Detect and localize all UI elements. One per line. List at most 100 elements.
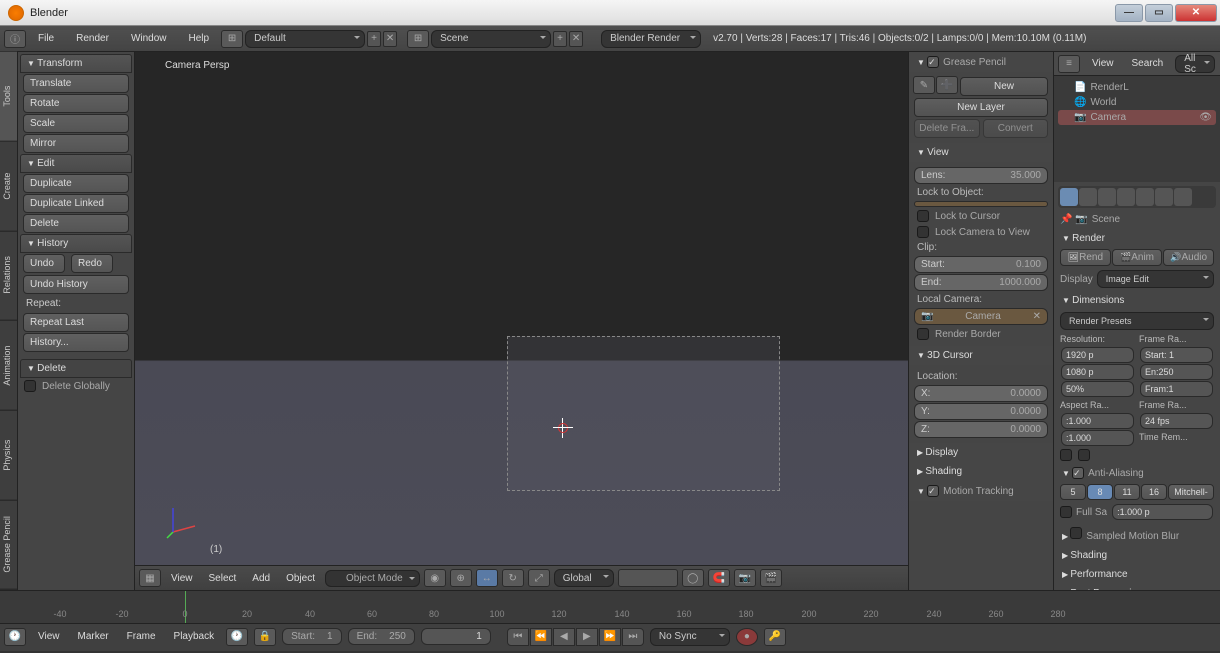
outliner-editor-icon[interactable]: ≡ — [1058, 55, 1080, 73]
aa-filter-dropdown[interactable]: Mitchell- — [1168, 484, 1214, 500]
screen-layout-dropdown[interactable]: Default — [245, 30, 365, 48]
render-anim-button[interactable]: 🎬Anim — [1112, 249, 1163, 266]
manipulator-rotate-icon[interactable]: ↻ — [502, 569, 524, 587]
fps-field[interactable]: 24 fps — [1140, 413, 1213, 429]
auto-keying-button[interactable]: ● — [736, 628, 758, 646]
aspect-x-field[interactable]: :1.000 — [1061, 413, 1134, 429]
current-frame-input[interactable]: 1 — [421, 628, 491, 645]
editor-type-icon[interactable]: ⓘ — [4, 30, 26, 48]
aa-11-button[interactable]: 11 — [1114, 484, 1140, 500]
tab-tools[interactable]: Tools — [0, 52, 17, 142]
mode-dropdown[interactable]: Object Mode — [325, 570, 420, 587]
keyframe-prev-button[interactable]: ⏪ — [530, 628, 552, 646]
aa-8-button[interactable]: 8 — [1087, 484, 1113, 500]
duplicate-button[interactable]: Duplicate — [23, 174, 129, 193]
manipulator-scale-icon[interactable]: ⤢ — [528, 569, 550, 587]
fullsample-checkbox[interactable] — [1060, 506, 1072, 518]
pp-dimensions-header[interactable]: Dimensions — [1056, 291, 1218, 310]
crop-checkbox[interactable] — [1078, 449, 1090, 461]
local-camera-field[interactable]: 📷Camera✕ — [914, 308, 1048, 325]
pp-performance-header[interactable]: Performance — [1056, 565, 1218, 584]
layers-buttons[interactable] — [618, 569, 678, 587]
gp-new-layer-button[interactable]: New Layer — [914, 98, 1048, 117]
outliner-search-menu[interactable]: Search — [1126, 58, 1170, 69]
menu-render[interactable]: Render — [66, 33, 119, 44]
frame-start-input[interactable]: Start:1 — [282, 628, 341, 645]
clip-start-field[interactable]: Start:0.100 — [914, 256, 1048, 273]
outliner-view-menu[interactable]: View — [1086, 58, 1120, 69]
tab-scene-icon[interactable] — [1098, 188, 1116, 206]
render-audio-button[interactable]: 🔊Audio — [1163, 249, 1214, 266]
pivot-mode-icon[interactable]: ⊕ — [450, 569, 472, 587]
mirror-button[interactable]: Mirror — [23, 134, 129, 153]
jump-end-button[interactable]: ⏭ — [622, 628, 644, 646]
tl-view-menu[interactable]: View — [32, 631, 66, 642]
np-view-header[interactable]: View — [909, 143, 1053, 162]
tab-data-icon[interactable] — [1174, 188, 1192, 206]
res-x-field[interactable]: 1920 p — [1061, 347, 1134, 363]
sync-mode-dropdown[interactable]: No Sync — [650, 628, 730, 646]
3d-view[interactable]: Camera Persp (1) — [135, 52, 908, 565]
tab-animation[interactable]: Animation — [0, 321, 17, 411]
render-still-button[interactable]: 🖼Rend — [1060, 249, 1111, 266]
tl-playback-menu[interactable]: Playback — [168, 631, 221, 642]
duplicate-linked-button[interactable]: Duplicate Linked — [23, 194, 129, 213]
aspect-y-field[interactable]: :1.000 — [1061, 430, 1134, 446]
lock-camera-checkbox[interactable]: Lock Camera to View — [913, 224, 1049, 240]
gp-convert-button[interactable]: Convert — [983, 119, 1049, 138]
view-menu[interactable]: View — [165, 573, 199, 584]
panel-transform[interactable]: Transform — [20, 54, 132, 73]
scale-button[interactable]: Scale — [23, 114, 129, 133]
render-opengl-anim-icon[interactable]: 🎬 — [760, 569, 782, 587]
aa-size-field[interactable]: :1.000 p — [1112, 504, 1213, 520]
gp-delete-frame-button[interactable]: Delete Fra... — [914, 119, 980, 138]
render-opengl-icon[interactable]: 📷 — [734, 569, 756, 587]
delete-globally-checkbox[interactable]: Delete Globally — [20, 378, 132, 394]
lock-cursor-checkbox[interactable]: Lock to Cursor — [913, 208, 1049, 224]
border-checkbox[interactable] — [1060, 449, 1072, 461]
layout-delete-button[interactable]: ✕ — [383, 31, 397, 47]
outliner-mode-dropdown[interactable]: All Sc — [1175, 55, 1215, 73]
scene-delete-button[interactable]: ✕ — [569, 31, 583, 47]
tab-object-icon[interactable] — [1136, 188, 1154, 206]
cursor-y-field[interactable]: Y:0.0000 — [914, 403, 1048, 420]
transform-orientation-dropdown[interactable]: Global — [554, 569, 614, 587]
history-button[interactable]: History... — [23, 333, 129, 352]
layout-add-button[interactable]: + — [367, 31, 381, 47]
proportional-edit-icon[interactable]: ◯ — [682, 569, 704, 587]
aa-5-button[interactable]: 5 — [1060, 484, 1086, 500]
np-grease-pencil-header[interactable]: Grease Pencil — [909, 52, 1053, 72]
render-engine-dropdown[interactable]: Blender Render — [601, 30, 701, 48]
view3d-editor-type-icon[interactable]: ▦ — [139, 569, 161, 587]
lens-field[interactable]: Lens:35.000 — [914, 167, 1048, 184]
gp-new-button[interactable]: New — [960, 77, 1048, 96]
layout-browse-icon[interactable]: ⊞ — [221, 30, 243, 48]
keying-set-icon[interactable]: 🔑 — [764, 628, 786, 646]
np-3dcursor-header[interactable]: 3D Cursor — [909, 346, 1053, 365]
delete-button[interactable]: Delete — [23, 214, 129, 233]
cursor-x-field[interactable]: X:0.0000 — [914, 385, 1048, 402]
tab-render-layers-icon[interactable] — [1079, 188, 1097, 206]
gp-draw-icon[interactable]: ✎ — [913, 76, 935, 94]
scene-dropdown[interactable]: Scene — [431, 30, 551, 48]
timeline-editor-type-icon[interactable]: 🕐 — [4, 628, 26, 646]
select-menu[interactable]: Select — [203, 573, 243, 584]
clip-end-field[interactable]: End:1000.000 — [914, 274, 1048, 291]
tree-item-camera[interactable]: 📷 Camera 👁 — [1058, 110, 1216, 125]
panel-history[interactable]: History — [20, 234, 132, 253]
add-menu[interactable]: Add — [246, 573, 276, 584]
rotate-button[interactable]: Rotate — [23, 94, 129, 113]
pp-motion-blur-header[interactable]: Sampled Motion Blur — [1056, 523, 1218, 546]
frame-start-field[interactable]: Start: 1 — [1140, 347, 1213, 363]
play-button[interactable]: ▶ — [576, 628, 598, 646]
np-shading-header[interactable]: Shading — [909, 462, 1053, 481]
render-border-checkbox[interactable]: Render Border — [913, 326, 1049, 342]
np-motion-header[interactable]: Motion Tracking — [909, 481, 1053, 501]
scene-add-button[interactable]: + — [553, 31, 567, 47]
timeline-ruler[interactable]: -40 -20 0 20 40 60 80 100 120 140 160 18… — [0, 590, 1220, 624]
undo-history-button[interactable]: Undo History — [23, 275, 129, 294]
lock-object-field[interactable] — [914, 201, 1048, 207]
tl-frame-menu[interactable]: Frame — [121, 631, 162, 642]
tab-relations[interactable]: Relations — [0, 231, 17, 321]
lock-range-icon[interactable]: 🔒 — [254, 628, 276, 646]
